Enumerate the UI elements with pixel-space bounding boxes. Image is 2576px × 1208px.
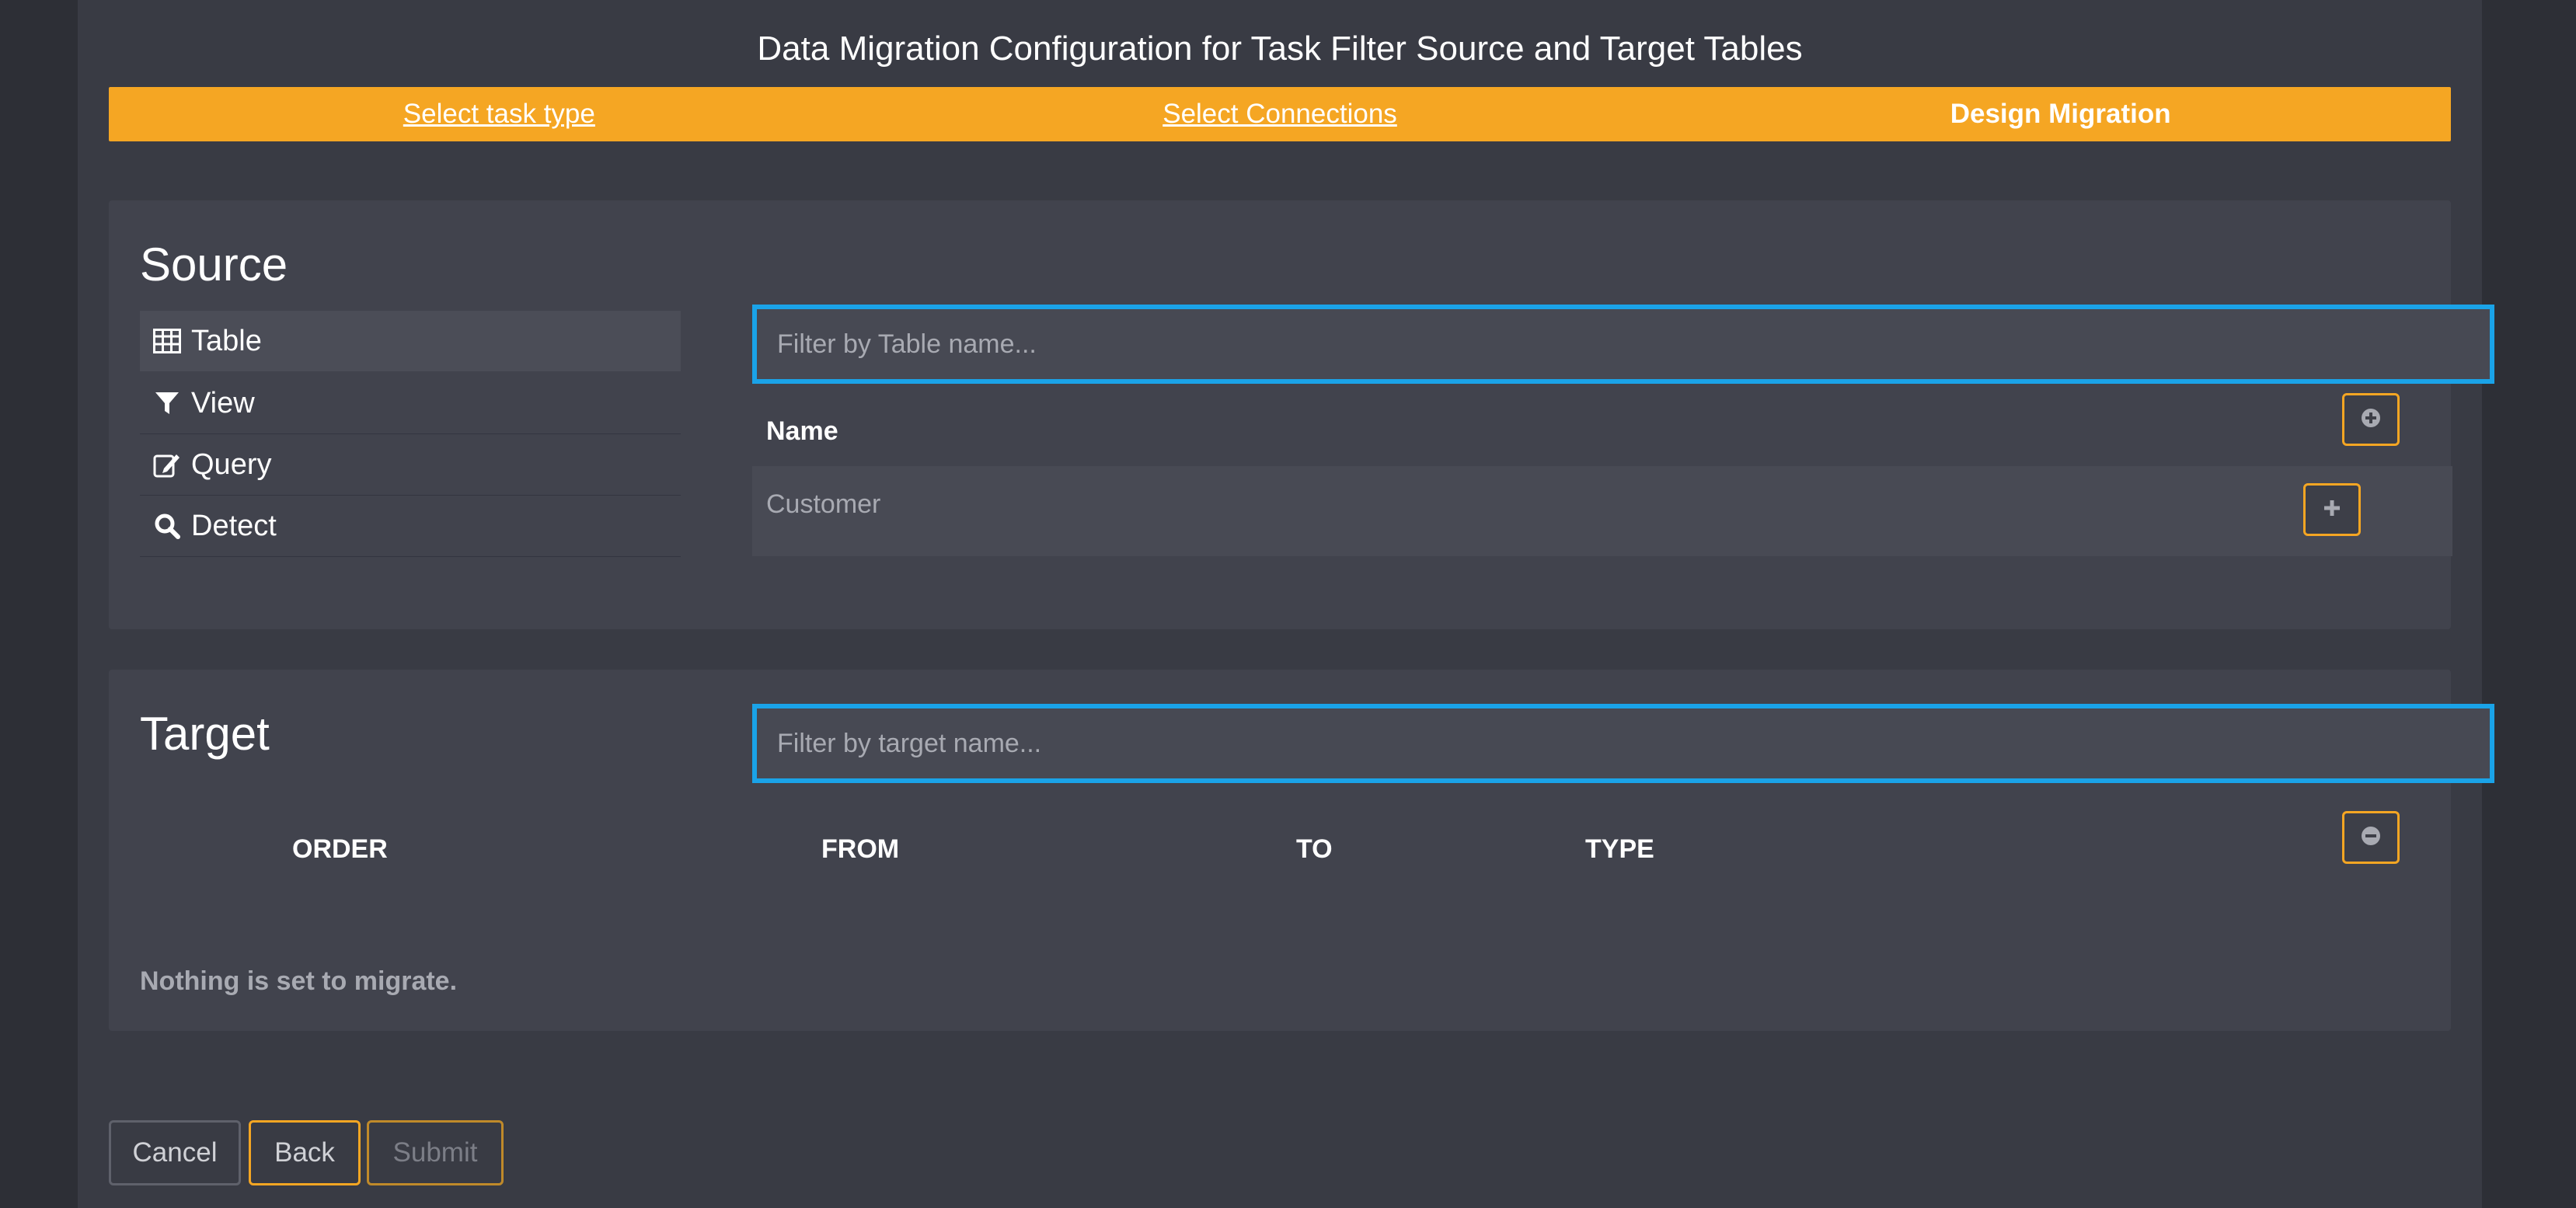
step-select-task-type[interactable]: Select task type (109, 99, 890, 130)
table-name-cell: Customer (766, 489, 881, 519)
source-type-query[interactable]: Query (140, 434, 681, 496)
source-type-label: Query (191, 447, 272, 481)
target-panel: Target ORDER FROM TO TYPE Nothing is set… (109, 670, 2494, 1031)
step-design-migration: Design Migration (1950, 99, 2171, 129)
edit-icon (152, 450, 182, 479)
source-type-detect[interactable]: Detect (140, 496, 681, 557)
target-filter-input[interactable] (752, 704, 2494, 783)
column-header-to: TO (1296, 834, 1333, 864)
cancel-button[interactable]: Cancel (109, 1120, 241, 1185)
table-icon (152, 326, 182, 356)
step-select-connections[interactable]: Select Connections (890, 99, 1671, 130)
source-panel: Source Table View Query Detect Filter by… (109, 200, 2494, 629)
minus-circle-icon (2361, 826, 2381, 850)
column-header-type: TYPE (1585, 834, 1654, 864)
source-type-label: View (191, 386, 255, 419)
source-type-label: Detect (191, 509, 277, 542)
filter-icon (152, 388, 182, 418)
column-header-order: ORDER (292, 834, 388, 864)
add-all-button[interactable] (2342, 393, 2400, 446)
source-type-label: Table (191, 324, 262, 357)
column-header-from: FROM (821, 834, 900, 864)
page-title: Data Migration Configuration for Task Fi… (757, 30, 1803, 68)
wizard-steps: Select task type Select Connections Desi… (109, 87, 2451, 141)
main-container: Data Migration Configuration for Task Fi… (78, 0, 2494, 1208)
source-filter-input[interactable] (752, 305, 2494, 384)
table-row: Customer (752, 466, 2452, 556)
plus-icon (2323, 499, 2341, 521)
add-row-button[interactable] (2303, 483, 2361, 536)
source-type-view[interactable]: View (140, 373, 681, 434)
back-button[interactable]: Back (249, 1120, 361, 1185)
remove-all-button[interactable] (2342, 811, 2400, 864)
source-type-list: Table View Query Detect (140, 311, 681, 557)
source-name-column-header: Name (766, 416, 838, 446)
source-heading: Source (140, 238, 288, 291)
target-heading: Target (140, 708, 270, 760)
submit-button[interactable]: Submit (367, 1120, 504, 1185)
plus-circle-icon (2361, 408, 2381, 432)
search-icon (152, 511, 182, 541)
empty-migration-message: Nothing is set to migrate. (140, 966, 458, 996)
source-type-table[interactable]: Table (140, 311, 681, 371)
